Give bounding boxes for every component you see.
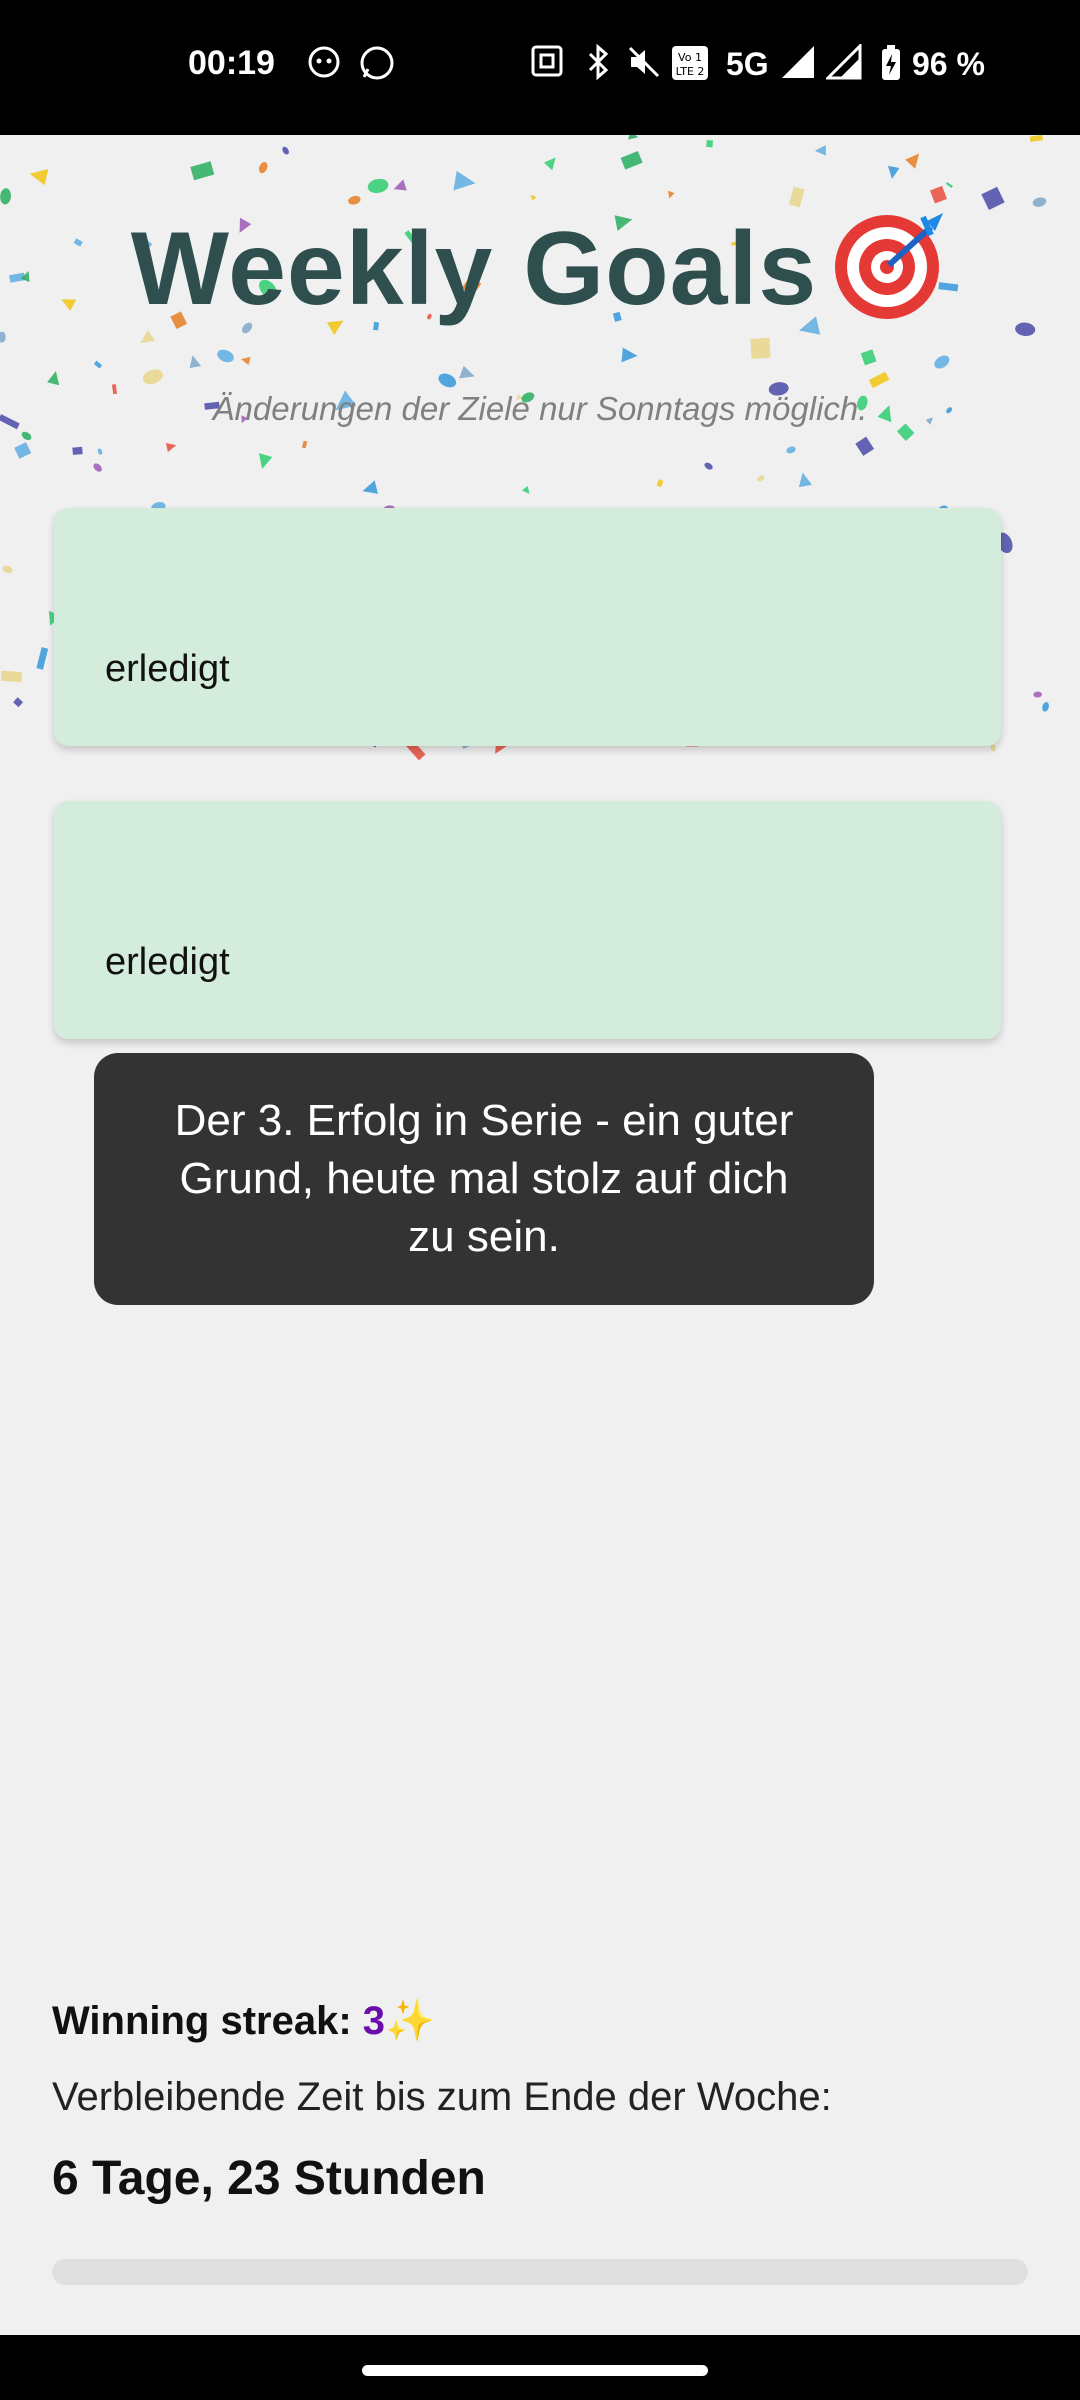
confetti-piece	[668, 190, 675, 199]
page-title-text: Weekly Goals	[130, 210, 818, 327]
battery-level: 96 %	[912, 46, 985, 82]
svg-text:LTE 2: LTE 2	[676, 65, 705, 78]
nfc-icon	[530, 44, 564, 87]
confetti-piece	[934, 355, 950, 369]
whatsapp-icon	[358, 44, 396, 91]
confetti-piece	[14, 442, 32, 459]
mute-icon	[626, 44, 662, 89]
confetti-piece	[543, 157, 556, 171]
confetti-piece	[521, 485, 530, 494]
confetti-piece	[1029, 135, 1043, 142]
page-title: Weekly Goals	[0, 205, 1080, 348]
confetti-piece	[0, 188, 11, 205]
confetti-piece	[2, 565, 13, 574]
confetti-piece	[887, 165, 900, 179]
confetti-piece	[97, 448, 103, 455]
confetti-piece	[72, 446, 83, 455]
confetti-piece	[860, 349, 877, 366]
confetti-piece	[855, 436, 875, 456]
status-time: 00:19	[188, 44, 275, 82]
confetti-piece	[36, 647, 49, 670]
confetti-piece	[905, 153, 920, 169]
goal-card[interactable]: erledigt	[54, 801, 1001, 1039]
navigation-bar	[0, 2335, 1080, 2400]
confetti-piece	[165, 443, 177, 453]
toast-message: Der 3. Erfolg in Serie - ein guter Grund…	[94, 1053, 874, 1305]
confetti-piece	[704, 462, 713, 470]
goal-card[interactable]: erledigt	[54, 508, 1001, 746]
confetti-piece	[798, 472, 813, 488]
confetti-piece	[0, 670, 23, 683]
confetti-piece	[945, 182, 953, 189]
confetti-piece	[786, 446, 796, 454]
goal-status: erledigt	[105, 648, 230, 690]
confetti-piece	[93, 360, 103, 369]
confetti-piece	[29, 169, 49, 186]
confetti-piece	[530, 194, 537, 201]
confetti-piece	[1033, 691, 1043, 698]
remaining-time-value: 6 Tage, 23 Stunden	[52, 2152, 486, 2205]
network-type: 5G	[726, 46, 769, 82]
confetti-piece	[706, 139, 714, 148]
streak-label: Winning streak:	[52, 1999, 352, 2043]
confetti-piece	[258, 453, 273, 470]
confetti-piece	[21, 431, 32, 441]
confetti-piece	[362, 480, 378, 494]
week-progress-bar	[52, 2259, 1028, 2285]
confetti-piece	[47, 371, 60, 386]
signal-icon	[780, 44, 816, 89]
confetti-piece	[1042, 702, 1049, 712]
status-bar: 00:19 Vo 1 LTE 2 5G 96 %	[0, 0, 1080, 135]
confetti-piece	[301, 440, 308, 449]
confetti-piece	[393, 179, 407, 191]
confetti-piece	[190, 161, 215, 181]
confetti-piece	[241, 356, 251, 366]
battery-charging-icon	[880, 44, 902, 91]
volte-icon: Vo 1 LTE 2	[670, 44, 710, 91]
confetti-piece	[628, 135, 639, 140]
sparkles-icon: ✨	[385, 1999, 435, 2043]
streak-value: 3	[362, 1999, 386, 2043]
confetti-piece	[868, 371, 890, 389]
confetti-piece	[453, 170, 476, 191]
signal-icon	[824, 42, 862, 89]
target-dart-icon	[831, 205, 949, 348]
remaining-time-label: Verbleibende Zeit bis zum Ende der Woche…	[52, 2075, 832, 2119]
confetti-piece	[142, 369, 163, 385]
confetti-piece	[757, 475, 765, 482]
svg-text:Vo 1: Vo 1	[678, 51, 702, 64]
avatar-icon	[306, 44, 342, 89]
page-subtitle: Änderungen der Ziele nur Sonntags möglic…	[212, 390, 868, 427]
confetti-piece	[438, 373, 457, 388]
confetti-piece	[282, 146, 289, 155]
bluetooth-icon	[584, 43, 614, 89]
toast-text: Der 3. Erfolg in Serie - ein guter Grund…	[174, 1096, 794, 1261]
confetti-piece	[620, 150, 643, 170]
home-gesture-handle[interactable]	[362, 2365, 708, 2376]
confetti-piece	[814, 144, 826, 156]
confetti-piece	[459, 365, 475, 379]
confetti-piece	[13, 697, 24, 708]
app-content: Weekly Goals Änderungen der Ziele nur So…	[0, 135, 1080, 2335]
confetti-piece	[189, 355, 202, 369]
confetti-piece	[93, 463, 102, 472]
confetti-piece	[217, 349, 234, 363]
confetti-piece	[656, 479, 664, 488]
winning-streak: Winning streak: 3✨	[52, 1997, 435, 2044]
goal-status: erledigt	[105, 941, 230, 983]
confetti-piece	[929, 185, 947, 204]
confetti-piece	[367, 178, 389, 194]
confetti-piece	[258, 162, 268, 174]
